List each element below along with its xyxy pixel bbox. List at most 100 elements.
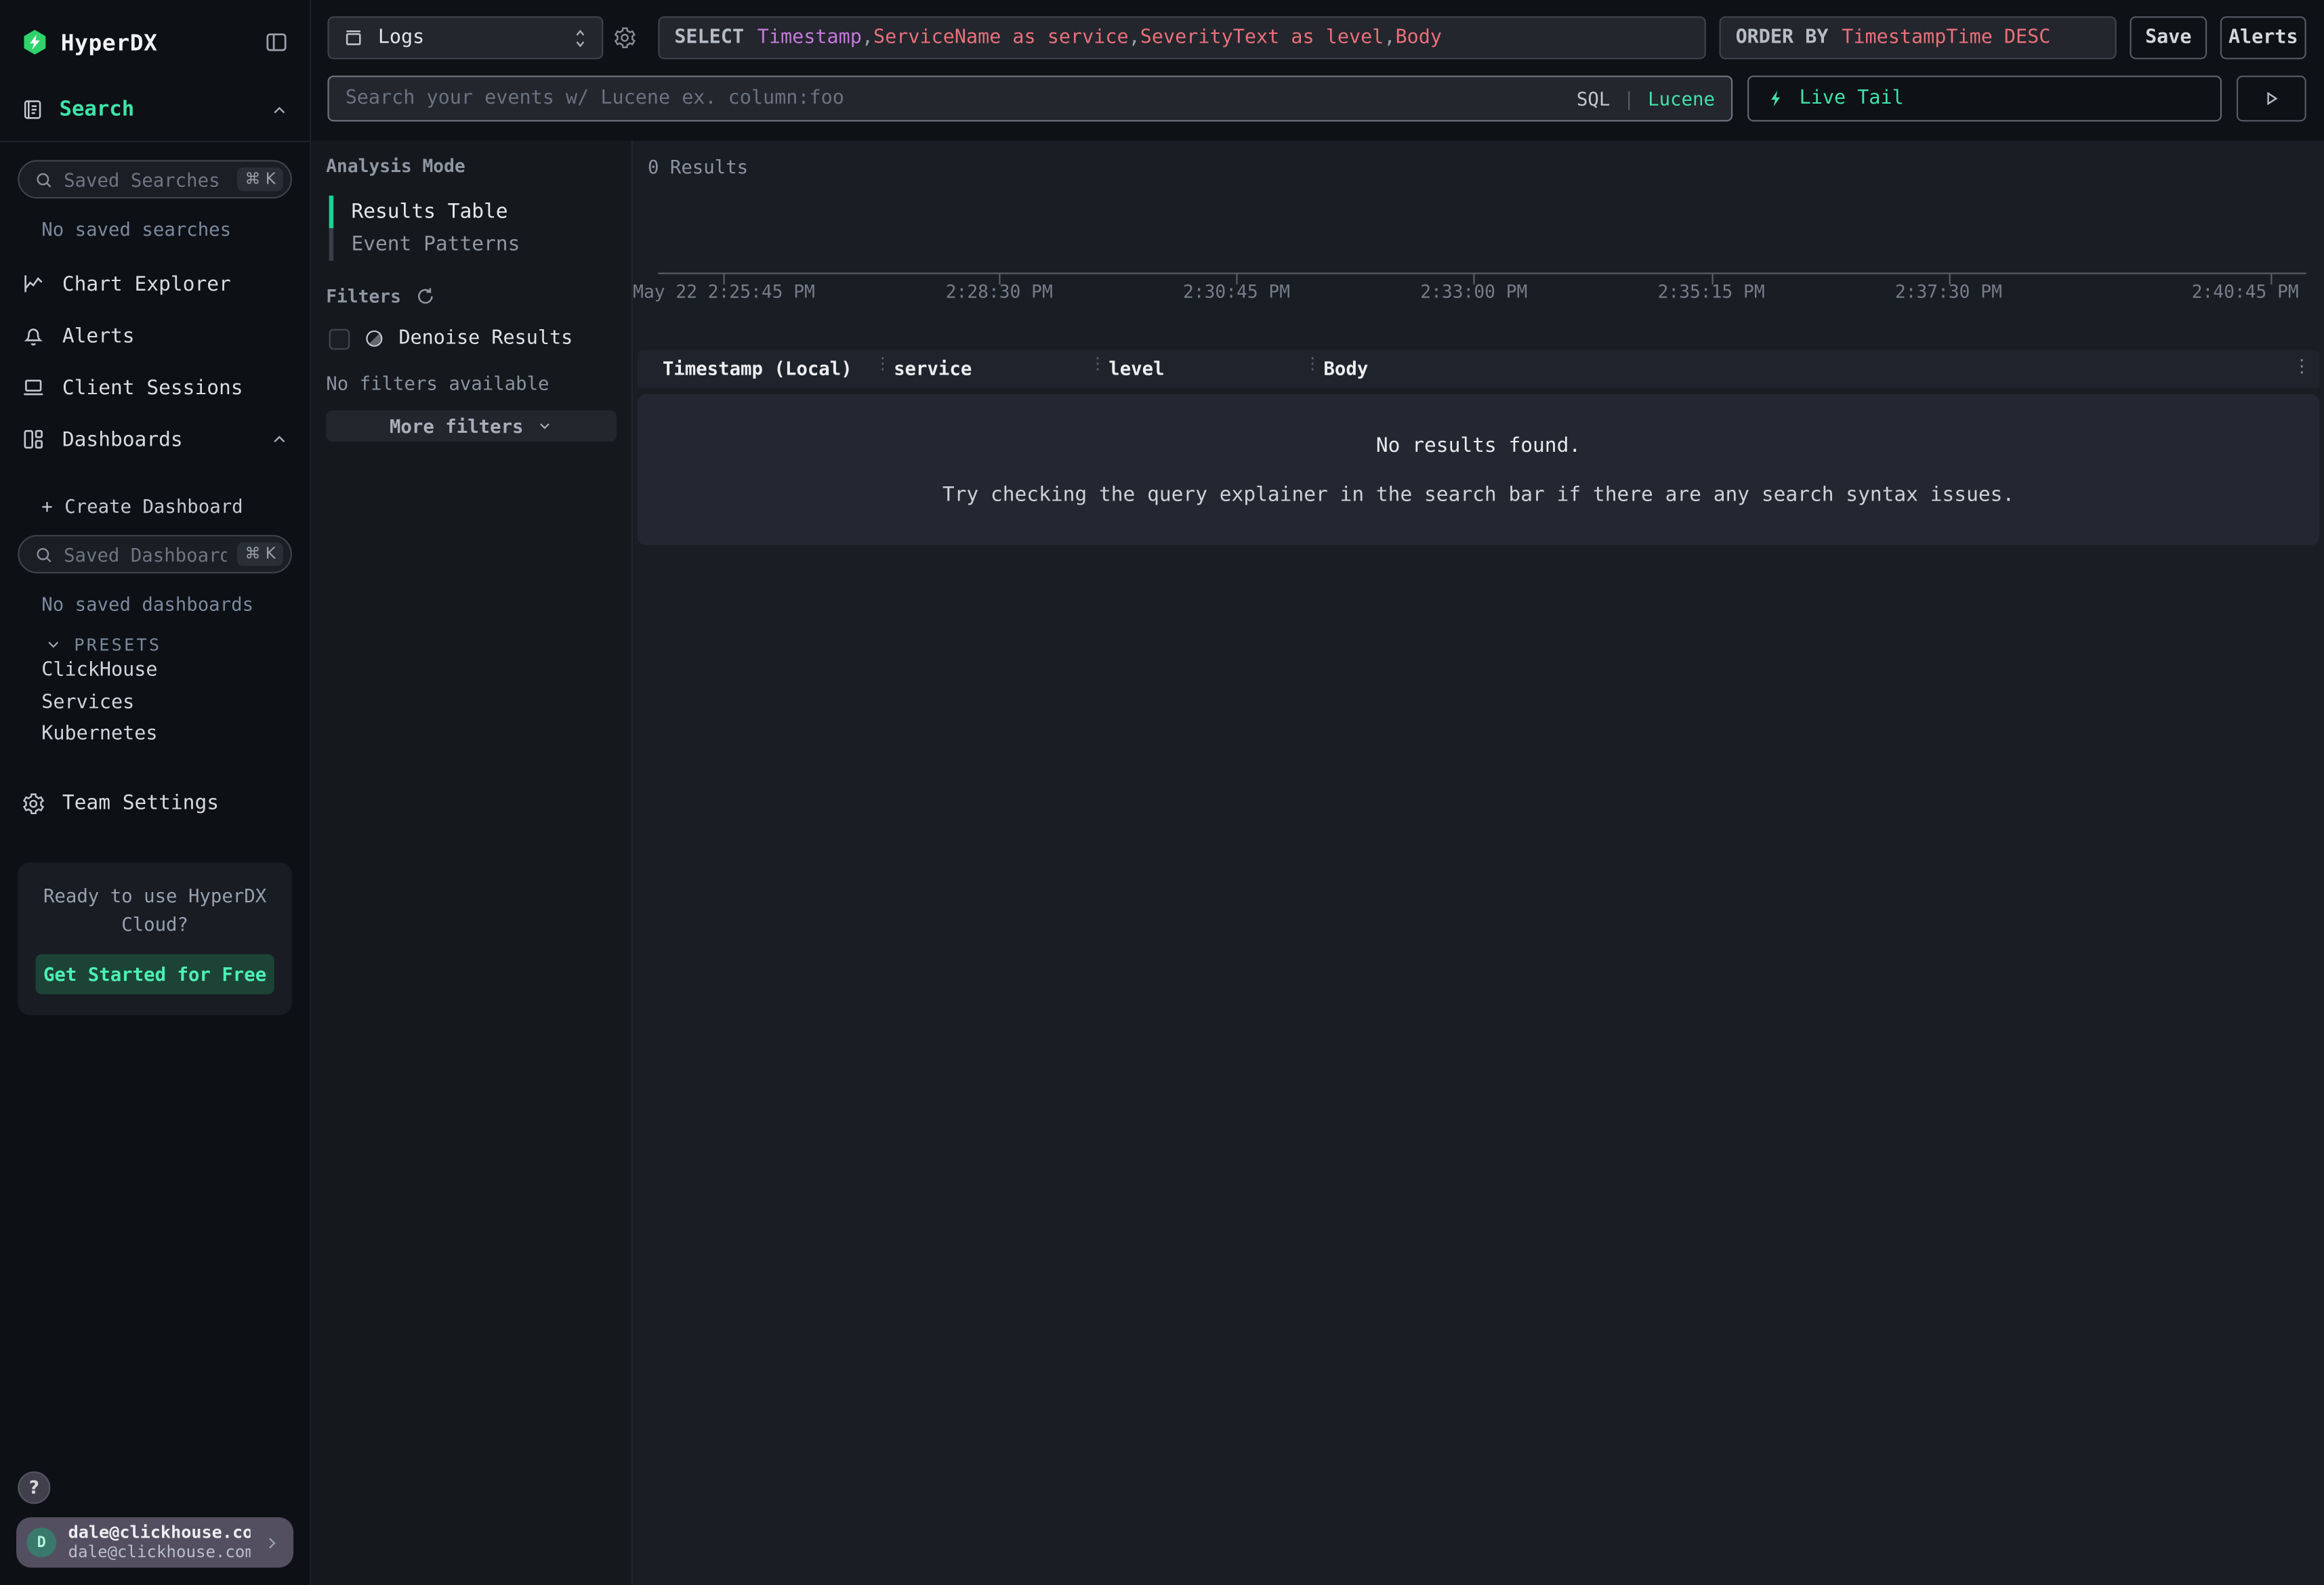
sidebar-item-alerts[interactable]: Alerts <box>0 310 310 362</box>
live-tail-button[interactable]: Live Tail <box>1747 76 2222 122</box>
saved-dashboards-input[interactable] <box>64 543 227 566</box>
sidebar-item-label: Team Settings <box>62 791 219 815</box>
filters-heading: Filters <box>326 286 401 307</box>
results-count: 0 Results <box>648 156 748 178</box>
refresh-filters-icon[interactable] <box>415 286 436 307</box>
order-by-input[interactable]: ORDER BY TimestampTime DESC <box>1720 16 2117 59</box>
gear-icon <box>21 790 46 816</box>
plus-icon: + <box>41 495 52 517</box>
user-org: dale@clickhouse.com's <box>68 1543 251 1563</box>
query-column: ServiceName as service <box>873 26 1129 49</box>
help-button[interactable]: ? <box>18 1471 50 1504</box>
no-filters-text: No filters available <box>326 372 617 394</box>
alerts-button[interactable]: Alerts <box>2220 16 2306 59</box>
denoise-checkbox[interactable] <box>329 329 350 350</box>
filters-heading-row: Filters <box>326 286 617 307</box>
mode-event-patterns[interactable]: Event Patterns <box>329 228 617 261</box>
chevron-right-icon <box>262 1533 281 1552</box>
column-resize-handle[interactable]: ⋮ <box>1304 354 1321 373</box>
column-header-level[interactable]: level <box>1108 357 1164 379</box>
sql-keyword: ORDER BY <box>1736 26 1829 49</box>
event-search-bar[interactable]: SQL | Lucene <box>327 76 1732 122</box>
query-column: Body <box>1395 26 1441 49</box>
analysis-mode-heading: Analysis Mode <box>326 156 617 177</box>
saved-searches-search[interactable]: ⌘ K <box>18 160 292 198</box>
denoise-results-option[interactable]: Denoise Results <box>329 327 617 350</box>
preset-services[interactable]: Services <box>41 687 310 719</box>
select-arrows-icon <box>572 27 588 48</box>
preset-kubernetes[interactable]: Kubernetes <box>41 719 310 751</box>
sidebar-item-label: Alerts <box>62 324 135 347</box>
sidebar-item-search[interactable]: Search <box>0 81 310 142</box>
avatar: D <box>26 1527 56 1557</box>
column-header-body[interactable]: Body <box>1323 357 1368 379</box>
column-resize-handle[interactable]: ⋮ <box>1090 354 1106 373</box>
source-select[interactable]: Logs <box>327 16 603 59</box>
filters-panel: Analysis Mode Results Table Event Patter… <box>311 141 633 1585</box>
saved-searches-input[interactable] <box>64 168 227 190</box>
topbar: Logs SELECTTimestamp, ServiceName as ser… <box>311 0 2324 141</box>
table-icon <box>342 26 365 49</box>
sidebar: HyperDX Search ⌘ K No saved searches Cha… <box>0 0 311 1585</box>
sidebar-item-chart-explorer[interactable]: Chart Explorer <box>0 258 310 310</box>
event-search-input[interactable] <box>346 87 1565 110</box>
more-filters-label: More filters <box>390 415 524 438</box>
histogram-time-axis: May 22 2:25:45 PM 2:28:30 PM 2:30:45 PM … <box>658 273 2306 297</box>
cloud-promo-text: Ready to use HyperDX Cloud? <box>36 881 274 937</box>
sidebar-item-label: Client Sessions <box>62 376 243 400</box>
brand-title: HyperDX <box>61 29 252 56</box>
table-options-kebab-icon[interactable]: ⋮ <box>2293 356 2310 377</box>
query-separator: , <box>862 26 873 49</box>
axis-label: 2:35:15 PM <box>1658 282 1765 303</box>
get-started-button[interactable]: Get Started for Free <box>36 954 274 994</box>
axis-label: 2:40:45 PM <box>2192 282 2299 303</box>
saved-dashboards-search[interactable]: ⌘ K <box>18 535 292 574</box>
lucene-mode-toggle[interactable]: Lucene <box>1648 87 1715 110</box>
save-button[interactable]: Save <box>2130 16 2207 59</box>
chevron-up-icon <box>270 100 289 119</box>
select-query-input[interactable]: SELECTTimestamp, ServiceName as service,… <box>658 16 1706 59</box>
axis-label: 2:37:30 PM <box>1895 282 2002 303</box>
search-icon <box>34 545 53 564</box>
chevron-down-icon <box>537 418 553 434</box>
presets-label: PRESETS <box>74 634 161 655</box>
column-header-timestamp[interactable]: Timestamp (Local) <box>663 357 852 379</box>
sidebar-nav: Chart Explorer Alerts Client Sessions Da… <box>0 258 310 465</box>
query-language-toggle: SQL | Lucene <box>1577 87 1715 110</box>
chevron-down-icon <box>45 635 62 653</box>
empty-state-subtitle: Try checking the query explainer in the … <box>638 483 2320 507</box>
source-select-value: Logs <box>378 26 559 49</box>
denoise-label: Denoise Results <box>398 327 573 350</box>
search-icon <box>34 169 53 188</box>
sidebar-item-team-settings[interactable]: Team Settings <box>0 777 310 829</box>
user-email: dale@clickhouse.com <box>68 1523 251 1543</box>
chart-icon <box>21 271 46 296</box>
sidebar-item-dashboards[interactable]: Dashboards <box>0 413 310 465</box>
query-separator: , <box>1129 26 1140 49</box>
run-query-button[interactable] <box>2237 76 2306 122</box>
user-menu[interactable]: D dale@clickhouse.com dale@clickhouse.co… <box>16 1517 293 1567</box>
create-dashboard-button[interactable]: + Create Dashboard <box>41 495 310 517</box>
query-separator: , <box>1384 26 1395 49</box>
sidebar-item-client-sessions[interactable]: Client Sessions <box>0 362 310 414</box>
collapse-sidebar-icon[interactable] <box>264 30 289 55</box>
sql-mode-toggle[interactable]: SQL <box>1577 87 1610 110</box>
empty-state-title: No results found. <box>638 434 2320 458</box>
no-saved-dashboards-text: No saved dashboards <box>41 593 310 615</box>
shortcut-badge: ⌘ K <box>238 543 283 566</box>
empty-state-panel: No results found. Try checking the query… <box>638 394 2320 545</box>
column-resize-handle[interactable]: ⋮ <box>875 354 891 373</box>
more-filters-button[interactable]: More filters <box>326 410 617 442</box>
sidebar-header: HyperDX <box>0 0 310 81</box>
presets-toggle[interactable]: PRESETS <box>45 634 310 655</box>
order-by-value: TimestampTime DESC <box>1842 26 2050 49</box>
sidebar-item-label: Dashboards <box>62 427 183 451</box>
sidebar-item-label: Search <box>60 98 255 121</box>
denoise-icon <box>363 327 386 350</box>
source-settings-gear-icon[interactable] <box>612 25 637 50</box>
dashboard-icon <box>21 427 46 452</box>
mode-results-table[interactable]: Results Table <box>329 196 617 228</box>
column-header-service[interactable]: service <box>894 357 972 379</box>
preset-clickhouse[interactable]: ClickHouse <box>41 655 310 687</box>
content-region: Analysis Mode Results Table Event Patter… <box>311 141 2324 1585</box>
